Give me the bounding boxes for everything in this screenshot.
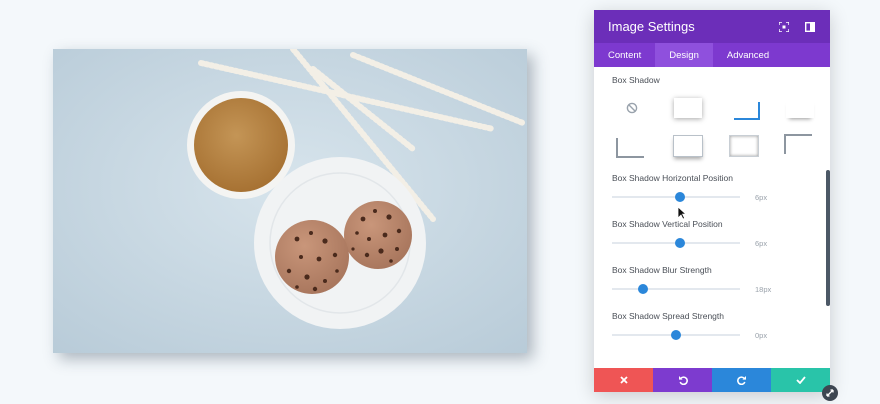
horizontal-position-label: Box Shadow Horizontal Position (612, 173, 733, 183)
no-shadow-icon (626, 102, 638, 114)
redo-icon (736, 376, 746, 385)
spread-strength-value: 0px (755, 330, 768, 340)
box-shadow-preset-4[interactable] (608, 133, 656, 159)
close-icon (619, 376, 628, 384)
check-icon (795, 376, 806, 384)
undo-icon (678, 376, 688, 385)
slider-handle[interactable] (674, 238, 685, 248)
blur-strength-label: Box Shadow Blur Strength (612, 265, 712, 275)
slider-handle[interactable] (637, 284, 648, 294)
spread-strength-setting: Box Shadow Spread Strength 0px (612, 311, 812, 343)
horizontal-position-slider[interactable] (612, 192, 740, 202)
box-shadow-preset-7[interactable] (776, 133, 824, 159)
box-shadow-preset-2[interactable] (720, 95, 768, 121)
slider-handle[interactable] (671, 330, 681, 340)
mouse-cursor-icon (677, 206, 687, 220)
blur-strength-value: 18px (755, 284, 772, 294)
panel-body: Box Shadow Box Shadow Horizontal Positio… (594, 67, 830, 368)
tab-design[interactable]: Design (655, 43, 713, 67)
sidebar-toggle-icon[interactable] (802, 19, 818, 35)
tab-content[interactable]: Content (594, 43, 655, 67)
fullscreen-icon[interactable] (776, 19, 792, 35)
blur-strength-setting: Box Shadow Blur Strength 18px (612, 265, 812, 297)
horizontal-position-value: 6px (755, 192, 768, 202)
image-settings-panel: Image Settings Content Design Advanced B… (594, 10, 830, 392)
vertical-position-label: Box Shadow Vertical Position (612, 219, 723, 229)
undo-button[interactable] (653, 368, 712, 392)
coffee-macarons-photo (53, 49, 527, 353)
spread-strength-slider[interactable] (612, 330, 740, 340)
box-shadow-presets (608, 95, 814, 159)
spread-strength-label: Box Shadow Spread Strength (612, 311, 724, 321)
image-module-preview (53, 49, 527, 353)
settings-tabs: Content Design Advanced (594, 43, 830, 67)
resize-icon (826, 389, 834, 397)
panel-title: Image Settings (608, 19, 695, 34)
panel-scrollbar[interactable] (826, 170, 830, 306)
tab-advanced[interactable]: Advanced (713, 43, 783, 67)
vertical-position-slider[interactable] (612, 238, 740, 248)
blur-strength-slider[interactable] (612, 284, 740, 294)
box-shadow-preset-6[interactable] (720, 133, 768, 159)
box-shadow-none-option[interactable] (608, 95, 656, 121)
panel-footer (594, 368, 830, 392)
box-shadow-preset-1[interactable] (664, 95, 712, 121)
box-shadow-preset-3[interactable] (776, 95, 824, 121)
vertical-position-value: 6px (755, 238, 768, 248)
resize-handle[interactable] (822, 385, 838, 401)
box-shadow-label: Box Shadow (612, 75, 660, 85)
panel-header: Image Settings (594, 10, 830, 43)
slider-handle[interactable] (674, 192, 685, 202)
save-button[interactable] (771, 368, 830, 392)
redo-button[interactable] (712, 368, 771, 392)
box-shadow-preset-5[interactable] (664, 133, 712, 159)
vertical-position-setting: Box Shadow Vertical Position 6px (612, 219, 812, 251)
cancel-button[interactable] (594, 368, 653, 392)
horizontal-position-setting: Box Shadow Horizontal Position 6px (612, 173, 812, 205)
